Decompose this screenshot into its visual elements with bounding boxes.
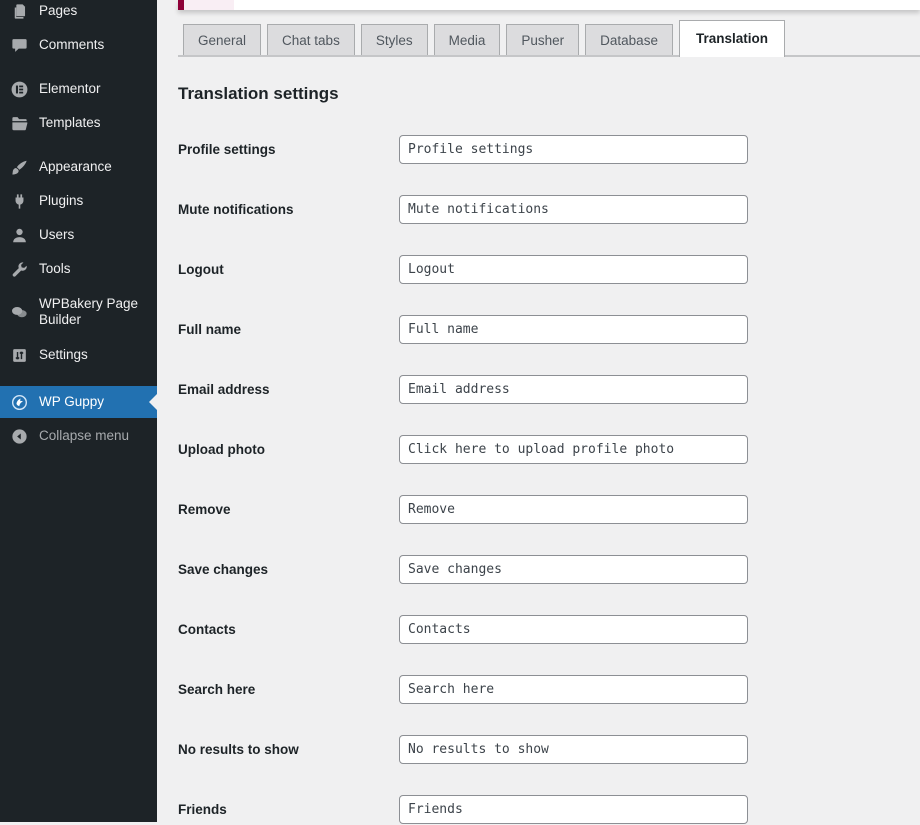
sidebar-item-label: Appearance <box>39 159 112 175</box>
field-row: Remove <box>178 495 920 524</box>
field-label-mute-notifications: Mute notifications <box>178 202 399 217</box>
field-input-upload-photo[interactable] <box>399 435 748 464</box>
sidebar-item-users[interactable]: Users <box>0 218 157 252</box>
field-label-full-name: Full name <box>178 322 399 337</box>
tab-general[interactable]: General <box>183 24 261 55</box>
field-row: Contacts <box>178 615 920 644</box>
admin-menu: Pages Comments Elementor Templates Appea… <box>0 0 157 453</box>
field-label-profile-settings: Profile settings <box>178 142 399 157</box>
field-label-remove: Remove <box>178 502 399 517</box>
field-row: No results to show <box>178 735 920 764</box>
sidebar-item-tools[interactable]: Tools <box>0 252 157 286</box>
sidebar-item-settings[interactable]: Settings <box>0 338 157 372</box>
field-input-profile-settings[interactable] <box>399 135 748 164</box>
templates-icon <box>9 113 29 133</box>
settings-tab-bar: GeneralChat tabsStylesMediaPusherDatabas… <box>178 20 920 57</box>
field-input-search-here[interactable] <box>399 675 748 704</box>
tab-chat-tabs[interactable]: Chat tabs <box>267 24 355 55</box>
tab-media[interactable]: Media <box>434 24 501 55</box>
field-label-search-here: Search here <box>178 682 399 697</box>
tab-pusher[interactable]: Pusher <box>506 24 579 55</box>
menu-separator <box>0 140 157 150</box>
sidebar-item-elementor[interactable]: Elementor <box>0 72 157 106</box>
field-row: Save changes <box>178 555 920 584</box>
users-icon <box>9 225 29 245</box>
appearance-icon <box>9 157 29 177</box>
banner-pink-accent <box>184 0 234 10</box>
field-row: Full name <box>178 315 920 344</box>
sidebar-item-label: Settings <box>39 347 88 363</box>
translation-fields: Profile settings Mute notifications Logo… <box>178 135 920 824</box>
settings-icon <box>9 345 29 365</box>
field-row: Mute notifications <box>178 195 920 224</box>
plugins-icon <box>9 191 29 211</box>
field-input-logout[interactable] <box>399 255 748 284</box>
sidebar-item-label: WP Guppy <box>39 394 104 410</box>
tab-database[interactable]: Database <box>585 24 673 55</box>
field-row: Upload photo <box>178 435 920 464</box>
field-label-logout: Logout <box>178 262 399 277</box>
sidebar-item-appearance[interactable]: Appearance <box>0 150 157 184</box>
field-input-email-address[interactable] <box>399 375 748 404</box>
sidebar-item-wp-guppy[interactable]: WP Guppy <box>0 386 157 418</box>
field-label-friends: Friends <box>178 802 399 817</box>
sidebar-item-label: Collapse menu <box>39 428 129 444</box>
field-row: Email address <box>178 375 920 404</box>
tab-styles[interactable]: Styles <box>361 24 428 55</box>
page-title: Translation settings <box>178 84 920 104</box>
wpbakery-icon <box>9 302 29 322</box>
field-label-no-results-to-show: No results to show <box>178 742 399 757</box>
menu-separator <box>0 372 157 386</box>
sidebar-item-label: Elementor <box>39 81 101 97</box>
field-row: Search here <box>178 675 920 704</box>
field-row: Profile settings <box>178 135 920 164</box>
sidebar-item-label: Users <box>39 227 74 243</box>
sidebar-item-templates[interactable]: Templates <box>0 106 157 140</box>
collapse-icon <box>9 426 29 446</box>
sidebar-item-label: Plugins <box>39 193 83 209</box>
sidebar-item-label: Templates <box>39 115 101 131</box>
field-input-mute-notifications[interactable] <box>399 195 748 224</box>
field-row: Friends <box>178 795 920 824</box>
tab-translation[interactable]: Translation <box>679 20 785 57</box>
field-input-friends[interactable] <box>399 795 748 824</box>
translation-settings-panel: Translation settings Profile settings Mu… <box>178 57 920 825</box>
field-input-save-changes[interactable] <box>399 555 748 584</box>
field-input-contacts[interactable] <box>399 615 748 644</box>
sidebar-item-label: Pages <box>39 3 77 19</box>
field-label-save-changes: Save changes <box>178 562 399 577</box>
elementor-icon <box>9 79 29 99</box>
sidebar-item-label: Comments <box>39 37 104 53</box>
main-area: GeneralChat tabsStylesMediaPusherDatabas… <box>157 0 920 825</box>
field-label-upload-photo: Upload photo <box>178 442 399 457</box>
sidebar-item-label: Tools <box>39 261 71 277</box>
tools-icon <box>9 259 29 279</box>
wpguppy-icon <box>9 392 29 412</box>
field-label-email-address: Email address <box>178 382 399 397</box>
sidebar-item-label: WPBakery Page Builder <box>39 296 153 328</box>
header-banner-cutoff <box>178 0 920 10</box>
field-input-no-results-to-show[interactable] <box>399 735 748 764</box>
comments-icon <box>9 35 29 55</box>
field-input-full-name[interactable] <box>399 315 748 344</box>
sidebar-item-plugins[interactable]: Plugins <box>0 184 157 218</box>
sidebar-item-comments[interactable]: Comments <box>0 28 157 62</box>
admin-sidebar: Pages Comments Elementor Templates Appea… <box>0 0 157 822</box>
field-row: Logout <box>178 255 920 284</box>
pages-icon <box>9 1 29 21</box>
field-input-remove[interactable] <box>399 495 748 524</box>
sidebar-item-collapse-menu[interactable]: Collapse menu <box>0 419 157 453</box>
menu-separator <box>0 62 157 72</box>
sidebar-item-wpbakery-page-builder[interactable]: WPBakery Page Builder <box>0 286 157 338</box>
sidebar-item-pages[interactable]: Pages <box>0 0 157 28</box>
field-label-contacts: Contacts <box>178 622 399 637</box>
